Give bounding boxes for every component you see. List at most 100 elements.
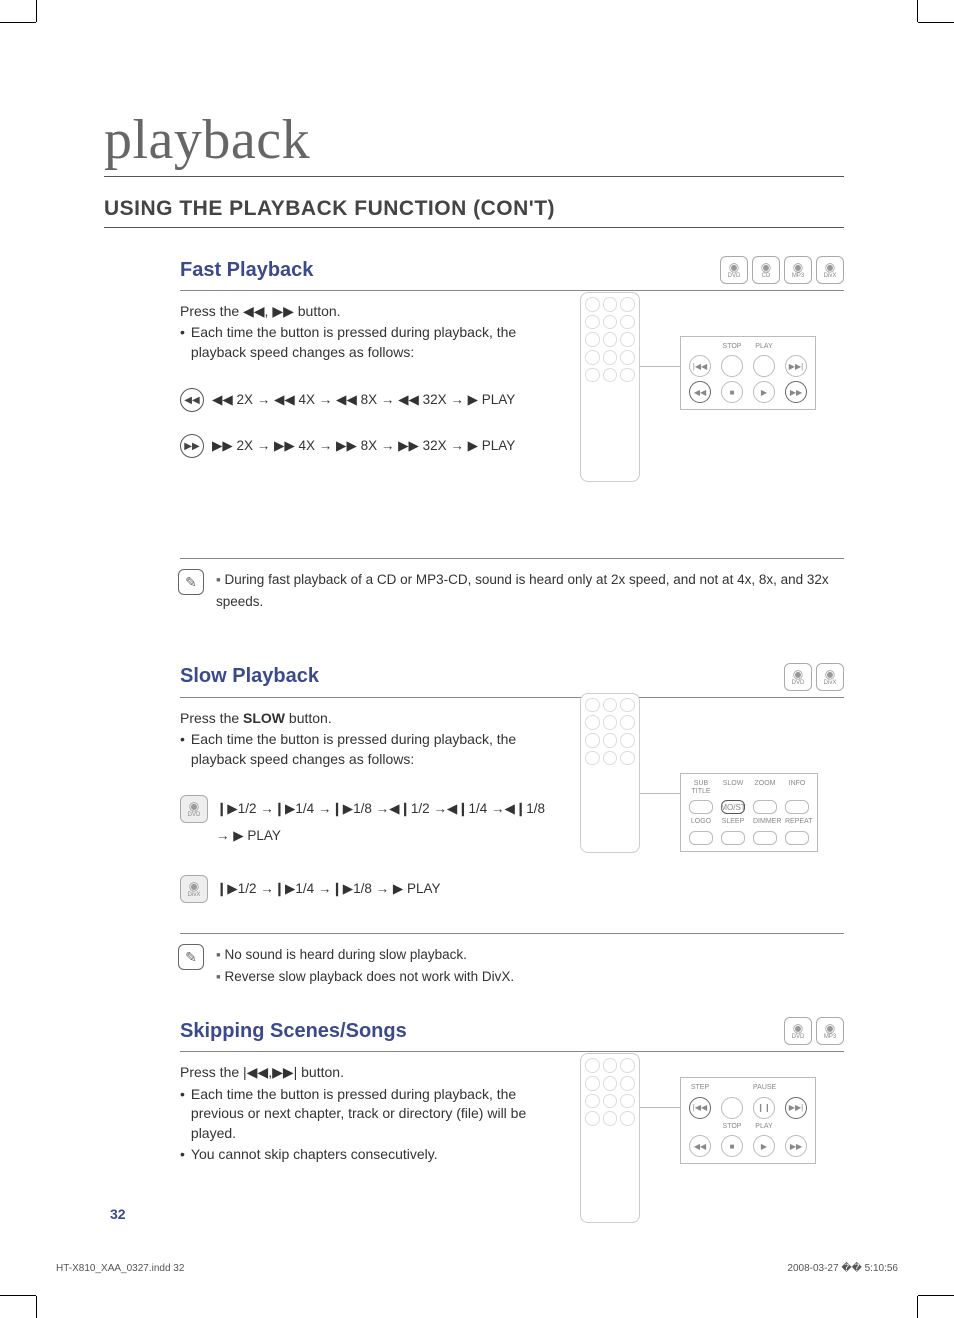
- footer-left: HT-X810_XAA_0327.indd 32: [56, 1263, 184, 1274]
- remote-diagram: [580, 292, 640, 482]
- play-icon: ▶: [753, 1135, 775, 1157]
- slow-note-row: ✎ No sound is heard during slow playback…: [180, 933, 844, 987]
- remote-diagram: [580, 693, 640, 853]
- slow-press-suffix: button.: [285, 710, 332, 726]
- callout-line: [640, 793, 680, 794]
- slow-press-bold: SLOW: [243, 710, 285, 726]
- stop-icon: ■: [721, 381, 743, 403]
- slow-callout-btn: [785, 831, 809, 845]
- fast-note: During fast playback of a CD or MP3-CD, …: [216, 569, 844, 612]
- callout-label: [721, 1084, 743, 1092]
- disc-dvd: DVD: [784, 1017, 812, 1045]
- prev-icon: |◀◀: [689, 1097, 711, 1119]
- next-icon: ▶▶|: [785, 355, 807, 377]
- crop-mark: [36, 1296, 37, 1318]
- callout-label: STOP: [721, 343, 743, 351]
- remote-callout: SUB TITLE SLOW ZOOM INFO MO/ST LOGO SLEE…: [680, 773, 818, 852]
- divx-slow-seq-row: DivX ❙▶1/2 →❙▶1/4 →❙▶1/8 → ▶ PLAY: [180, 875, 844, 903]
- crop-mark: [36, 0, 37, 22]
- forward-icon: ▶▶: [785, 381, 807, 403]
- forward-icon: ▶▶: [180, 434, 204, 458]
- crop-mark: [918, 22, 954, 23]
- callout-label: DIMMER: [753, 818, 777, 826]
- callout-label: PLAY: [753, 343, 775, 351]
- fast-playback-title: Fast Playback: [180, 259, 313, 282]
- callout-label: [689, 343, 711, 351]
- disc-mp3: MP3: [784, 256, 812, 284]
- fast-press-text: Press the ◀◀, ▶▶ button.: [180, 301, 550, 321]
- callout-label: [785, 343, 807, 351]
- fast-playback-section: Fast Playback DVD CD MP3 DivX Press the …: [180, 256, 844, 613]
- slow-callout-btn: [689, 800, 713, 814]
- slow-playback-title: Slow Playback: [180, 665, 319, 688]
- callout-label: ZOOM: [753, 780, 777, 797]
- callout-label: [689, 1123, 711, 1131]
- slow-playback-section: Slow Playback DVD DivX Press the SLOW bu…: [180, 663, 844, 988]
- fast-note-list: During fast playback of a CD or MP3-CD, …: [216, 569, 844, 612]
- slow-callout-btn: [753, 800, 777, 814]
- disc-divx-small: DivX: [180, 875, 208, 903]
- section-heading: USING THE PLAYBACK FUNCTION (CON'T): [104, 197, 844, 228]
- crop-mark: [918, 1295, 954, 1296]
- callout-line: [640, 1107, 680, 1108]
- note-icon: ✎: [178, 944, 204, 970]
- prev-icon: |◀◀: [689, 355, 711, 377]
- slow-note-list: No sound is heard during slow playback. …: [216, 944, 514, 987]
- callout-label: [785, 1123, 807, 1131]
- callout-label: PLAY: [753, 1123, 775, 1131]
- remote-callout: STEP PAUSE |◀◀ ❙❙ ▶▶| STOP PLAY: [680, 1077, 816, 1164]
- manual-page: playback USING THE PLAYBACK FUNCTION (CO…: [0, 0, 954, 1318]
- slow-press-text: Press the SLOW button.: [180, 708, 550, 728]
- skip-bullet-2: You cannot skip chapters consecutively.: [180, 1145, 550, 1165]
- blank-icon: [721, 355, 743, 377]
- disc-mp3: MP3: [816, 1017, 844, 1045]
- callout-label: SUB TITLE: [689, 780, 713, 797]
- crop-mark: [917, 0, 918, 22]
- callout-label: STOP: [721, 1123, 743, 1131]
- page-content: playback USING THE PLAYBACK FUNCTION (CO…: [104, 108, 844, 1195]
- callout-label: STEP: [689, 1084, 711, 1092]
- slow-callout-btn: [721, 831, 745, 845]
- page-number: 32: [110, 1206, 126, 1222]
- slow-bullet-text: Each time the button is pressed during p…: [191, 730, 550, 769]
- skipping-title: Skipping Scenes/Songs: [180, 1020, 407, 1043]
- slow-bullet: Each time the button is pressed during p…: [180, 730, 550, 769]
- fast-bullet-text: Each time the button is pressed during p…: [191, 323, 550, 362]
- forward-icon: ▶▶: [785, 1135, 807, 1157]
- disc-dvd-small: DVD: [180, 795, 208, 823]
- forward-sequence-row: ▶▶ ▶▶ 2X → ▶▶ 4X → ▶▶ 8X → ▶▶ 32X → ▶ PL…: [180, 434, 844, 458]
- disc-dvd: DVD: [720, 256, 748, 284]
- remote-diagram: [580, 1053, 640, 1223]
- note-icon: ✎: [178, 569, 204, 595]
- footer-right: 2008-03-27 �� 5:10:56: [787, 1263, 898, 1274]
- skip-bullet-1: Each time the button is pressed during p…: [180, 1085, 550, 1144]
- disc-indicators: DVD MP3: [784, 1017, 844, 1045]
- crop-mark: [0, 1295, 36, 1296]
- forward-sequence: ▶▶ 2X → ▶▶ 4X → ▶▶ 8X → ▶▶ 32X → ▶ PLAY: [212, 438, 515, 454]
- remote-callout: STOP PLAY |◀◀ ▶▶| ◀◀ ■ ▶ ▶▶: [680, 336, 816, 410]
- callout-label: INFO: [785, 780, 809, 797]
- slow-note-2: Reverse slow playback does not work with…: [216, 966, 514, 988]
- callout-label: PAUSE: [753, 1084, 775, 1092]
- rewind-icon: ◀◀: [689, 381, 711, 403]
- blank-icon: [721, 1097, 743, 1119]
- skip-press-text: Press the |◀◀,▶▶| button.: [180, 1062, 550, 1082]
- next-icon: ▶▶|: [785, 1097, 807, 1119]
- slow-callout-btn: [785, 800, 809, 814]
- disc-dvd: DVD: [784, 663, 812, 691]
- slow-note-1: No sound is heard during slow playback.: [216, 944, 514, 966]
- blank-icon: [753, 355, 775, 377]
- callout-label: SLEEP: [721, 818, 745, 826]
- slow-callout-btn: [753, 831, 777, 845]
- fast-note-row: ✎ During fast playback of a CD or MP3-CD…: [180, 558, 844, 612]
- disc-divx: DivX: [816, 663, 844, 691]
- callout-label: LOGO: [689, 818, 713, 826]
- slow-press-prefix: Press the: [180, 710, 243, 726]
- callout-label: REPEAT: [785, 818, 809, 826]
- rewind-icon: ◀◀: [689, 1135, 711, 1157]
- dvd-slow-sequence: ❙▶1/2 →❙▶1/4 →❙▶1/8 →◀❙1/2 →◀❙1/4 →◀❙1/8…: [216, 795, 546, 849]
- stop-icon: ■: [721, 1135, 743, 1157]
- crop-mark: [917, 1296, 918, 1318]
- pause-icon: ❙❙: [753, 1097, 775, 1119]
- callout-label: SLOW: [721, 780, 745, 797]
